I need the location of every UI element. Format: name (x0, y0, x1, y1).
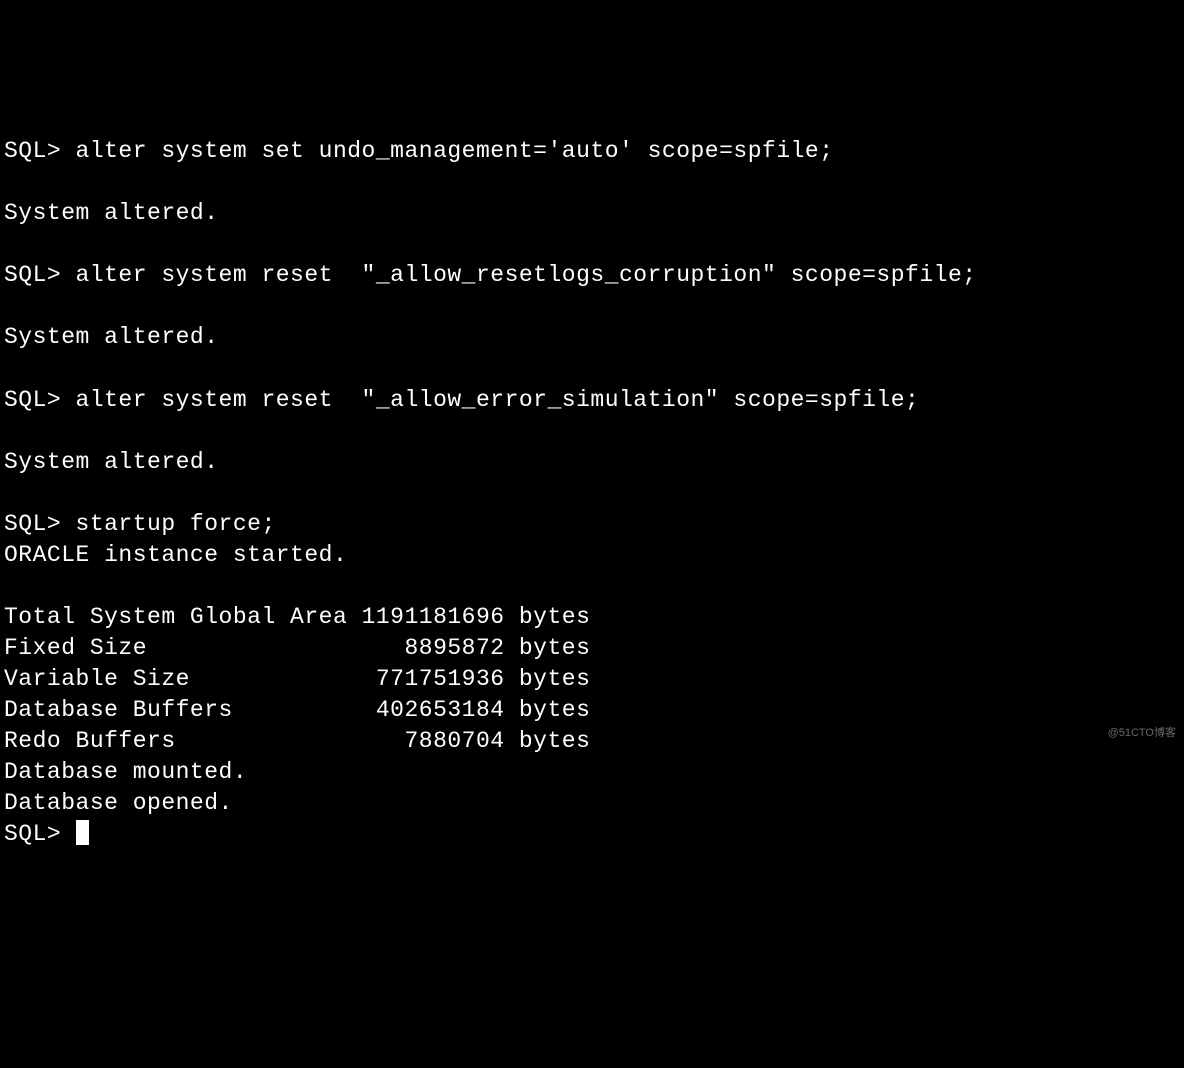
terminal-line: System altered. (4, 324, 219, 350)
terminal-line: Database opened. (4, 790, 233, 816)
terminal-output[interactable]: SQL> alter system set undo_management='a… (4, 136, 1180, 850)
terminal-line: Variable Size 771751936 bytes (4, 666, 590, 692)
watermark-text: @51CTO博客 (1108, 726, 1176, 741)
terminal-line: SQL> alter system reset "_allow_resetlog… (4, 262, 977, 288)
cursor-icon (76, 820, 89, 845)
terminal-line: SQL> alter system reset "_allow_error_si… (4, 387, 919, 413)
terminal-prompt-line[interactable]: SQL> (4, 821, 76, 847)
terminal-line: Database mounted. (4, 759, 247, 785)
terminal-line: Total System Global Area 1191181696 byte… (4, 604, 590, 630)
terminal-line: Redo Buffers 7880704 bytes (4, 728, 590, 754)
terminal-line: SQL> startup force; (4, 511, 276, 537)
terminal-line: ORACLE instance started. (4, 542, 347, 568)
terminal-line: System altered. (4, 449, 219, 475)
terminal-line: SQL> alter system set undo_management='a… (4, 138, 834, 164)
terminal-line: System altered. (4, 200, 219, 226)
terminal-line: Fixed Size 8895872 bytes (4, 635, 590, 661)
terminal-line: Database Buffers 402653184 bytes (4, 697, 590, 723)
